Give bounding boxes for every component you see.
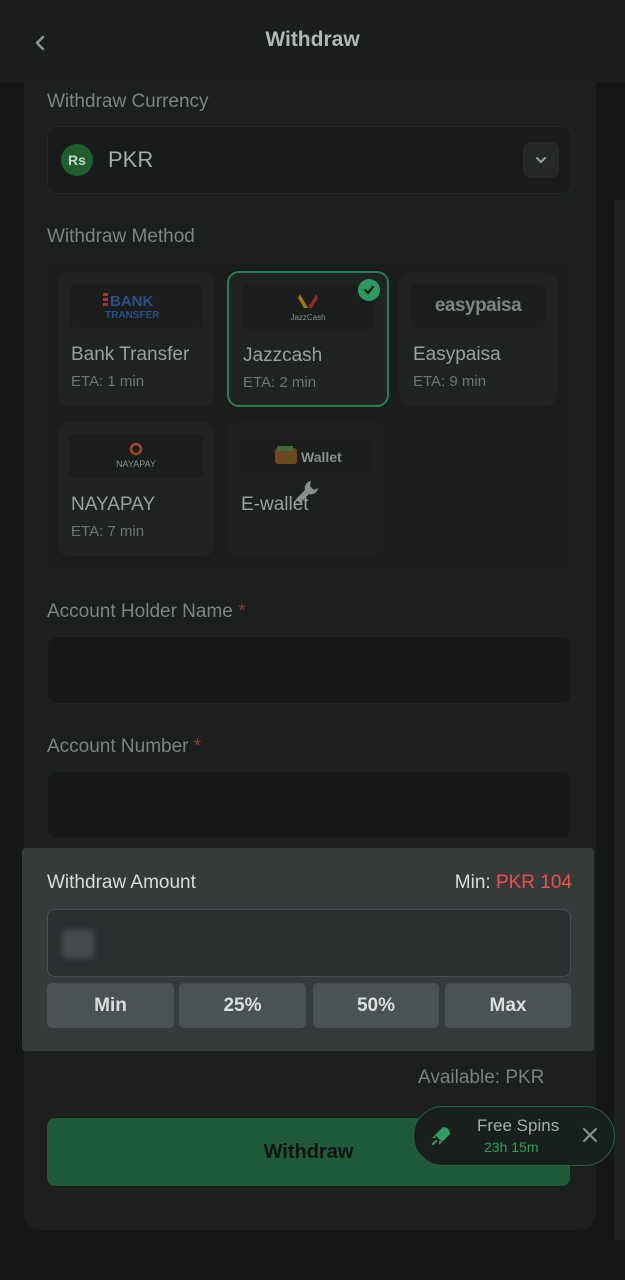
method-card-jazzcash[interactable]: JazzCash Jazzcash ETA: 2 min — [227, 271, 389, 407]
currency-icon — [62, 930, 94, 958]
ewallet-logo: Wallet — [239, 434, 373, 478]
page-title: Withdraw — [265, 28, 360, 51]
available-balance: Available: PKR — [418, 1067, 545, 1088]
method-card-ewallet[interactable]: Wallet E-wallet — [227, 422, 385, 556]
required-mark: * — [238, 601, 246, 622]
currency-label: Withdraw Currency — [47, 91, 209, 112]
method-name: NAYAPAY — [71, 494, 156, 515]
free-spins-timer: 23h 15m — [484, 1139, 539, 1155]
rocket-icon — [418, 1113, 464, 1159]
max-button[interactable]: Max — [445, 983, 571, 1028]
selected-check-icon — [358, 279, 380, 301]
dropdown-button[interactable] — [523, 142, 559, 178]
header-bar: Withdraw — [0, 0, 625, 82]
currency-value: PKR — [108, 147, 154, 172]
method-name: Easypaisa — [413, 344, 501, 365]
nayapay-logo: NAYAPAY — [69, 434, 203, 478]
scrollbar-track[interactable] — [614, 200, 625, 1240]
25-percent-button[interactable]: 25% — [179, 983, 306, 1028]
svg-text:BANK: BANK — [110, 293, 153, 310]
method-grid: BANK TRANSFER Bank Transfer ETA: 1 min J… — [47, 262, 570, 570]
method-eta: ETA: 2 min — [243, 374, 317, 391]
free-spins-title: Free Spins — [477, 1116, 560, 1135]
method-card-nayapay[interactable]: NAYAPAY NAYAPAY ETA: 7 min — [57, 422, 215, 556]
account-number-input[interactable] — [47, 771, 572, 839]
chevron-down-icon — [536, 157, 546, 163]
required-mark: * — [193, 736, 202, 757]
amount-label: Withdraw Amount — [47, 872, 196, 893]
currency-select[interactable]: Rs PKR — [47, 126, 572, 194]
jazzcash-logo: JazzCash — [241, 285, 375, 329]
method-name: E-wallet — [241, 494, 309, 515]
account-holder-label: Account Holder Name * — [47, 601, 246, 622]
method-card-bank-transfer[interactable]: BANK TRANSFER Bank Transfer ETA: 1 min — [57, 272, 215, 406]
method-card-easypaisa[interactable]: easypaisa Easypaisa ETA: 9 min — [399, 272, 557, 406]
min-amount: Min: PKR 104 — [454, 872, 572, 893]
method-name: Bank Transfer — [71, 344, 190, 365]
account-holder-input[interactable] — [47, 636, 572, 704]
method-eta: ETA: 9 min — [413, 373, 487, 390]
easypaisa-logo: easypaisa — [411, 284, 545, 328]
svg-text:TRANSFER: TRANSFER — [105, 310, 160, 321]
method-eta: ETA: 1 min — [71, 373, 145, 390]
method-name: Jazzcash — [243, 345, 323, 366]
svg-text:Wallet: Wallet — [301, 449, 342, 465]
svg-text:NAYAPAY: NAYAPAY — [116, 459, 156, 469]
withdraw-amount-panel: Withdraw Amount Min: PKR 104 Min 25% 50%… — [22, 848, 594, 1051]
free-spins-widget[interactable]: Free Spins 23h 15m — [413, 1106, 615, 1166]
method-eta: ETA: 7 min — [71, 523, 145, 540]
close-icon[interactable] — [580, 1125, 600, 1145]
rupee-icon: Rs — [61, 144, 93, 176]
svg-text:JazzCash: JazzCash — [290, 313, 325, 322]
min-amount-value: PKR 104 — [495, 872, 572, 893]
min-button[interactable]: Min — [47, 983, 174, 1028]
50-percent-button[interactable]: 50% — [313, 983, 439, 1028]
amount-input[interactable] — [47, 909, 571, 977]
method-label: Withdraw Method — [47, 226, 195, 247]
account-number-label: Account Number * — [47, 736, 202, 757]
bank-transfer-logo: BANK TRANSFER — [69, 284, 203, 328]
